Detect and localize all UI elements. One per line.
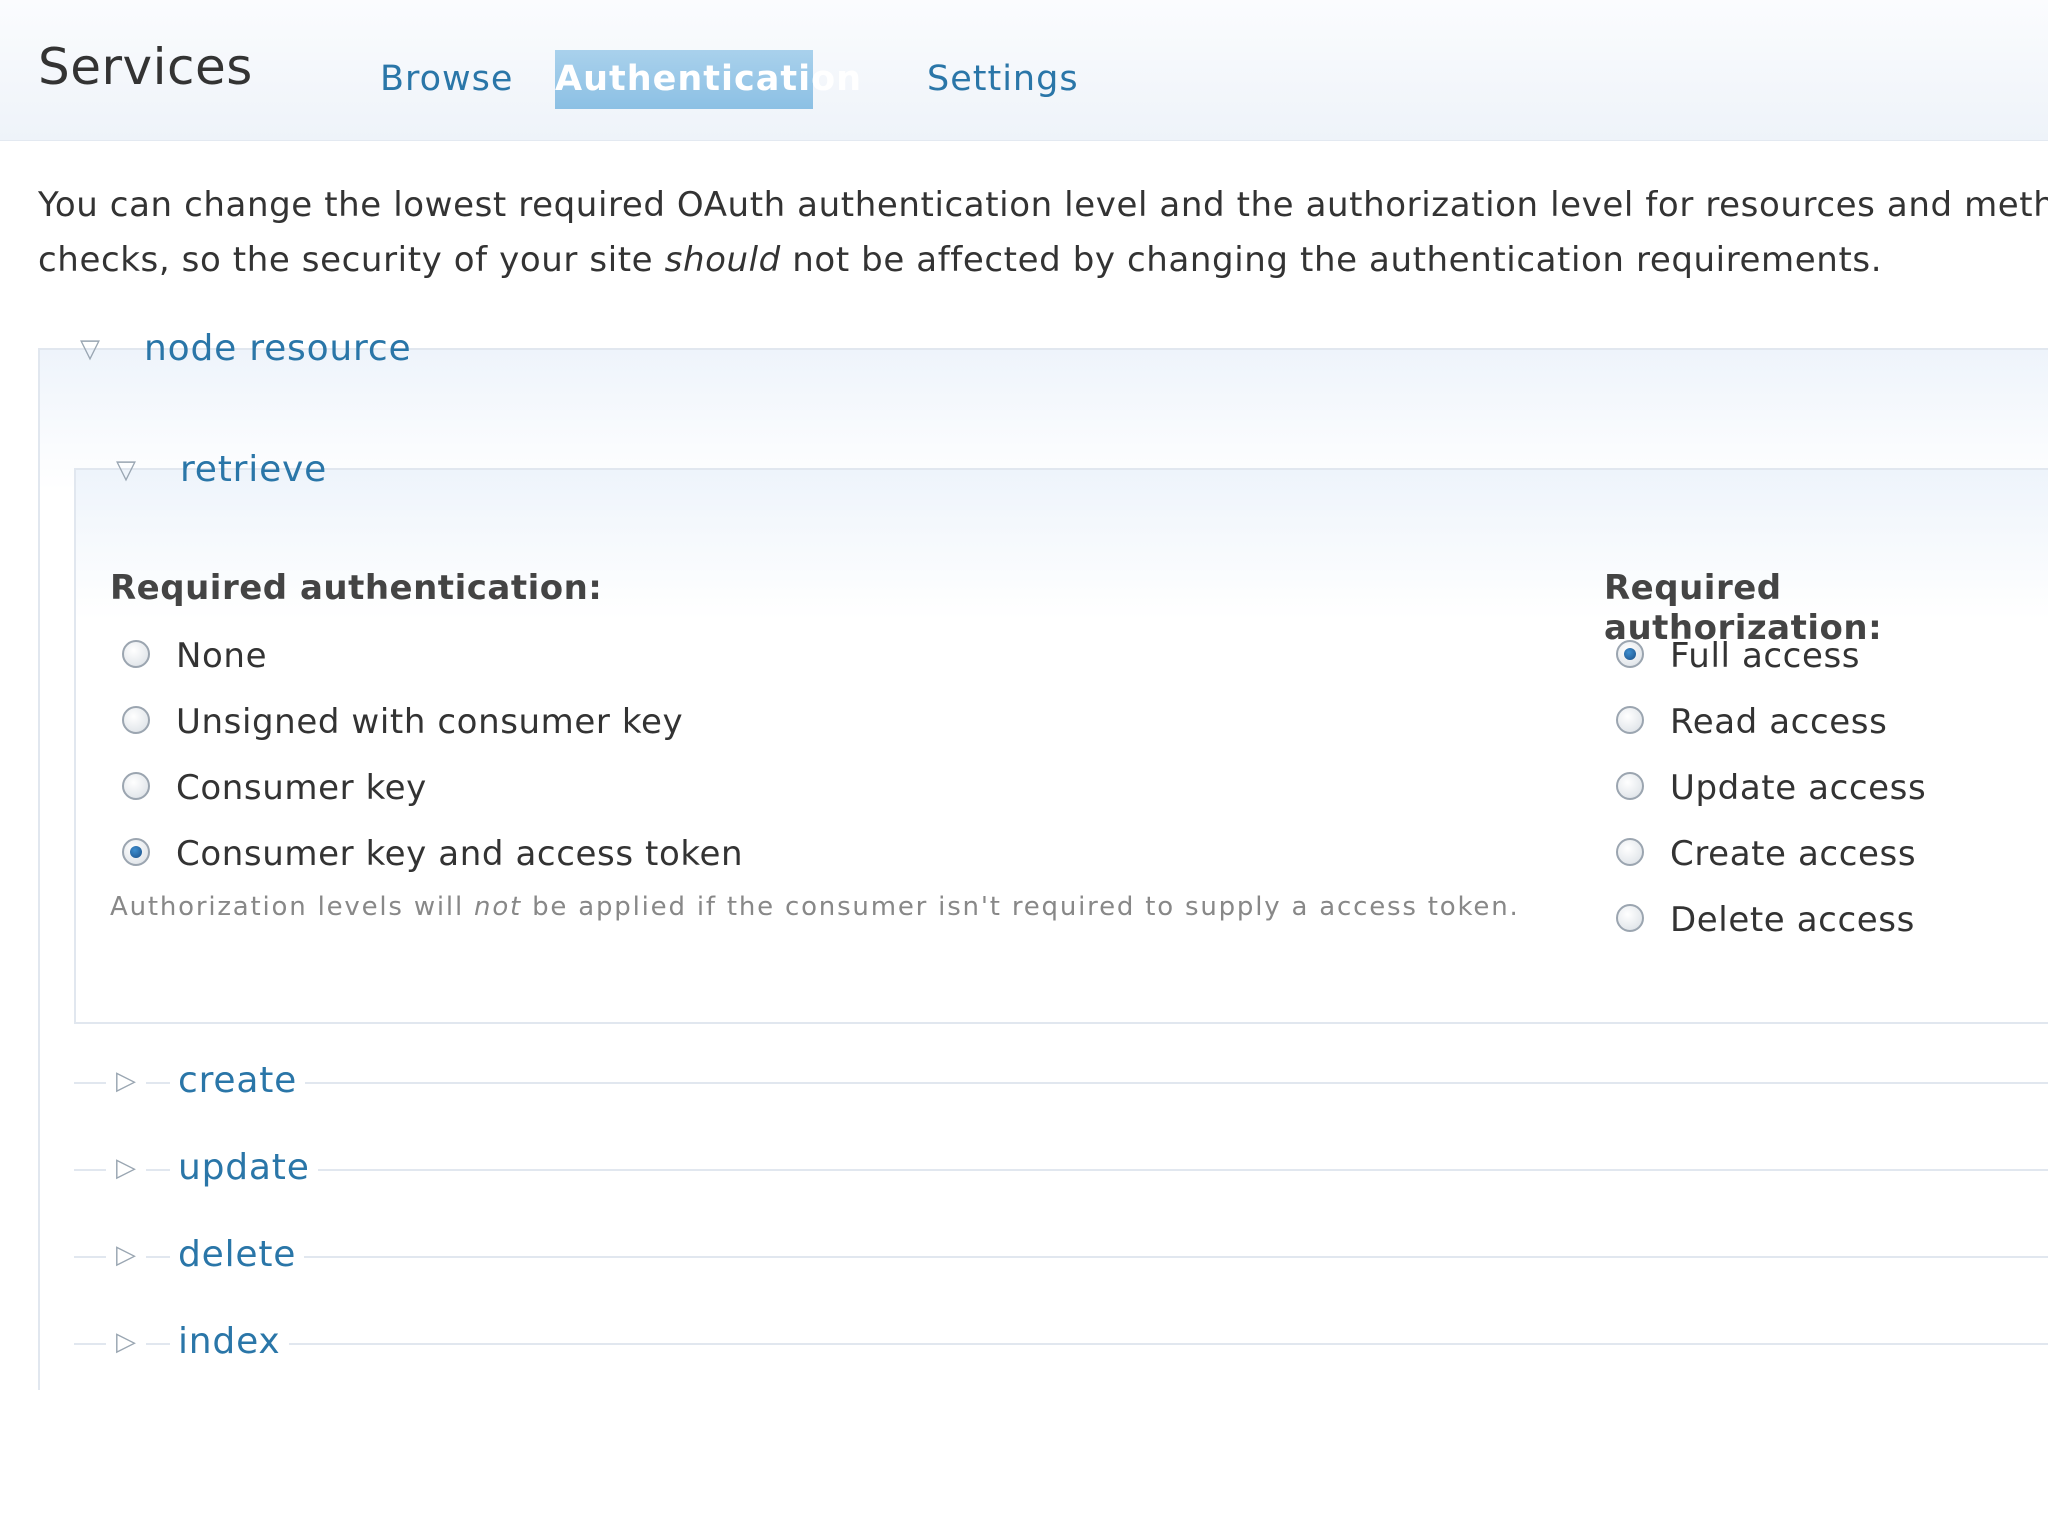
radio-label: Consumer key and access token [176,834,744,874]
method-index[interactable]: index [170,1321,289,1362]
tab-settings[interactable]: Settings [893,50,1113,109]
radio-label: Full access [1670,636,1861,676]
page-title: Services [38,38,253,96]
triangle-right-icon[interactable]: ▷ [106,1327,146,1357]
fieldset-divider [74,1256,2048,1258]
triangle-down-icon[interactable]: ▽ [116,455,136,485]
triangle-right-icon[interactable]: ▷ [106,1153,146,1183]
page-header: Services Browse Authentication Settings [0,0,2048,141]
radio-label: Create access [1670,834,1917,874]
node-resource-legend[interactable]: node resource [144,328,411,369]
radio-button[interactable] [1616,904,1644,932]
authentication-heading: Required authentication: [110,568,603,608]
triangle-down-icon[interactable]: ▽ [80,334,100,364]
tab-authentication[interactable]: Authentication [555,50,861,109]
radio-button[interactable] [1616,772,1644,800]
triangle-right-icon[interactable]: ▷ [106,1066,146,1096]
intro-line-2: checks, so the security of your site sho… [38,240,1883,280]
fieldset-divider [74,1082,2048,1084]
radio-button-checked[interactable] [122,838,150,866]
radio-label: Unsigned with consumer key [176,702,684,742]
method-create[interactable]: create [170,1060,306,1101]
radio-label: Update access [1670,768,1927,808]
method-delete[interactable]: delete [170,1234,305,1275]
radio-button[interactable] [1616,838,1644,866]
triangle-right-icon[interactable]: ▷ [106,1240,146,1270]
retrieve-legend[interactable]: retrieve [180,449,327,490]
fieldset-divider [74,1343,2048,1345]
radio-label: None [176,636,268,676]
radio-label: Delete access [1670,900,1915,940]
tab-browse[interactable]: Browse [346,50,547,109]
intro-text: You can change the lowest required OAuth… [38,178,2048,288]
intro-line-1: You can change the lowest required OAuth… [38,185,2048,225]
radio-button[interactable] [122,640,150,668]
radio-label: Read access [1670,702,1888,742]
radio-button[interactable] [122,706,150,734]
fieldset-divider [74,1169,2048,1171]
authentication-help-text: Authorization levels will not be applied… [110,892,1520,922]
radio-button-checked[interactable] [1616,640,1644,668]
radio-button[interactable] [122,772,150,800]
radio-label: Consumer key [176,768,427,808]
method-update[interactable]: update [170,1147,318,1188]
radio-button[interactable] [1616,706,1644,734]
